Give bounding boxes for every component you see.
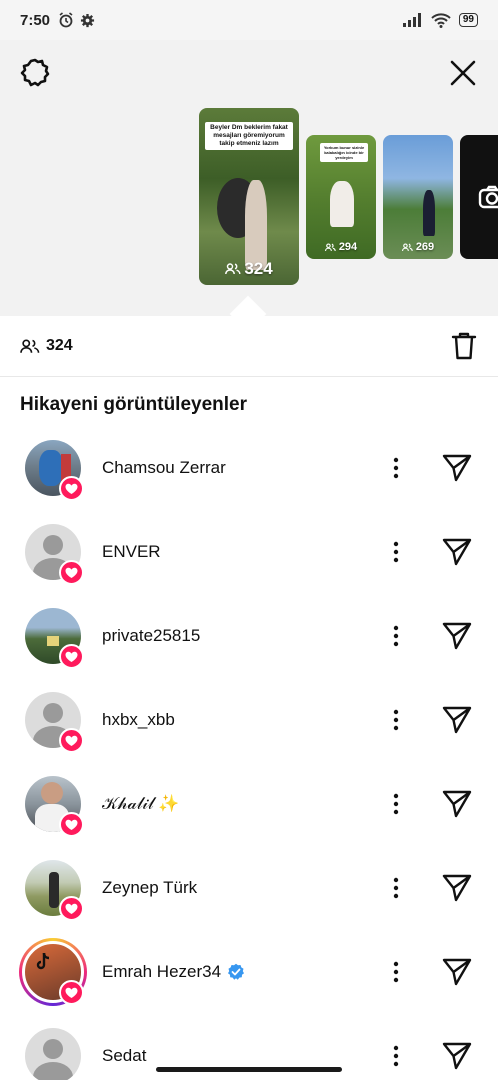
viewers-icon [20, 338, 40, 353]
delete-trash-icon[interactable] [450, 331, 478, 361]
settings-gear-icon [80, 13, 95, 27]
section-title: Hikayeni görüntüleyenler [20, 394, 248, 415]
send-message-icon[interactable] [441, 873, 473, 903]
more-options-icon[interactable] [386, 540, 406, 564]
story-view-count: 324 [244, 259, 273, 278]
more-options-icon[interactable] [386, 960, 406, 984]
more-options-icon[interactable] [386, 1044, 406, 1068]
viewer-username[interactable]: hxbx_xbb [102, 710, 175, 730]
signal-icon [402, 13, 421, 27]
camera-icon [478, 185, 498, 209]
like-heart-badge [59, 644, 84, 669]
viewer-username[interactable]: Emrah Hezer34 [102, 962, 245, 982]
viewer-row[interactable]: Zeynep Türk [0, 846, 498, 930]
viewers-icon [324, 243, 336, 251]
tiktok-logo-icon [36, 952, 50, 970]
viewer-row[interactable]: private25815 [0, 594, 498, 678]
heart-icon [65, 735, 78, 746]
send-message-icon[interactable] [441, 789, 473, 819]
heart-icon [65, 903, 78, 914]
more-options-icon[interactable] [386, 876, 406, 900]
more-options-icon[interactable] [386, 624, 406, 648]
viewer-username[interactable]: Sedat [102, 1046, 146, 1066]
viewer-list: Chamsou Zerrar ENVER private25815 hxbx_x… [0, 426, 498, 1080]
more-options-icon[interactable] [386, 792, 406, 816]
send-message-icon[interactable] [441, 1041, 473, 1071]
viewer-count-bar: 324 [0, 316, 498, 377]
send-message-icon[interactable] [441, 957, 473, 987]
viewer-row[interactable]: hxbx_xbb [0, 678, 498, 762]
avatar[interactable] [25, 1028, 81, 1080]
like-heart-badge [59, 476, 84, 501]
viewer-row[interactable]: Emrah Hezer34 [0, 930, 498, 1014]
story-caption: Yorkum bunur sizinle kalabalığın icinde … [320, 143, 368, 162]
wifi-icon [431, 12, 451, 28]
alarm-icon [59, 12, 73, 28]
viewers-icon [401, 243, 413, 251]
story-thumbnail[interactable]: 269 [383, 135, 453, 259]
story-thumbnail-current[interactable]: Beyler Dm beklerim fakat mesajları görem… [199, 108, 299, 285]
viewer-row[interactable]: Chamsou Zerrar [0, 426, 498, 510]
viewer-username[interactable]: 𝒦𝒽𝒶𝓁𝒾𝓁 ✨ [102, 794, 180, 814]
story-thumbnail[interactable]: Yorkum bunur sizinle kalabalığın icinde … [306, 135, 376, 259]
story-view-count: 269 [415, 241, 435, 253]
viewer-row[interactable]: 𝒦𝒽𝒶𝓁𝒾𝓁 ✨ [0, 762, 498, 846]
add-story-thumbnail[interactable] [460, 135, 498, 259]
verified-badge-icon [228, 963, 245, 980]
viewers-icon [225, 263, 241, 275]
viewer-count: 324 [46, 337, 73, 354]
viewer-username[interactable]: Chamsou Zerrar [102, 458, 226, 478]
heart-icon [65, 483, 78, 494]
send-message-icon[interactable] [441, 453, 473, 483]
close-icon[interactable] [446, 56, 480, 90]
heart-icon [65, 819, 78, 830]
heart-icon [65, 987, 78, 998]
battery-indicator: 99 [458, 13, 478, 27]
viewer-username[interactable]: ENVER [102, 542, 161, 562]
like-heart-badge [59, 728, 84, 753]
more-options-icon[interactable] [386, 456, 406, 480]
viewer-username[interactable]: Zeynep Türk [102, 878, 197, 898]
story-caption: Beyler Dm beklerim fakat mesajları görem… [205, 122, 293, 150]
more-options-icon[interactable] [386, 708, 406, 732]
send-message-icon[interactable] [441, 537, 473, 567]
viewer-username[interactable]: private25815 [102, 626, 200, 646]
status-time: 7:50 [20, 11, 51, 29]
story-view-count: 294 [338, 241, 358, 253]
send-message-icon[interactable] [441, 621, 473, 651]
like-heart-badge [59, 812, 84, 837]
like-heart-badge [59, 896, 84, 921]
send-message-icon[interactable] [441, 705, 473, 735]
viewer-username-text[interactable]: Emrah Hezer34 [102, 962, 221, 982]
heart-icon [65, 651, 78, 662]
like-heart-badge [59, 980, 84, 1005]
viewer-row[interactable]: ENVER [0, 510, 498, 594]
heart-icon [65, 567, 78, 578]
like-heart-badge [59, 560, 84, 585]
status-bar: 7:50 99 [0, 0, 498, 40]
settings-icon[interactable] [18, 56, 52, 90]
home-indicator[interactable] [156, 1067, 342, 1072]
